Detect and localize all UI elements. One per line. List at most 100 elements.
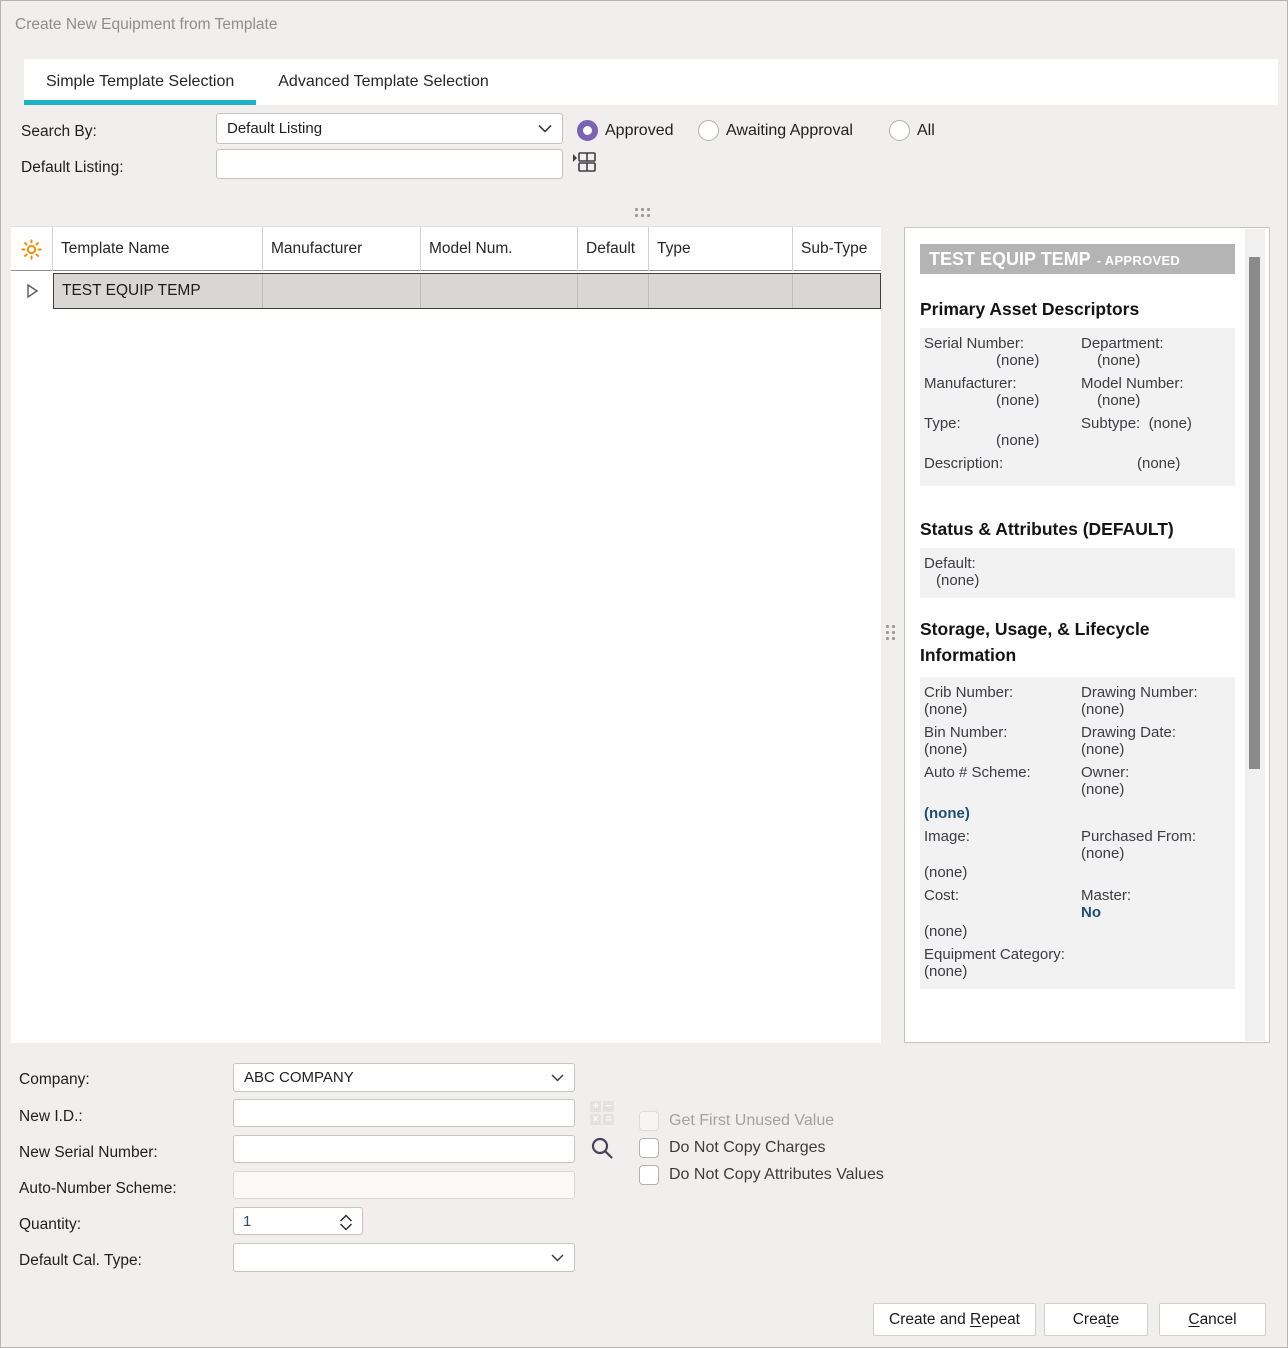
tab-strip: Simple Template Selection Advanced Templ… bbox=[24, 59, 1278, 105]
section-heading: Storage, Usage, & Lifecycle Information bbox=[920, 616, 1210, 669]
table-row[interactable]: TEST EQUIP TEMP bbox=[11, 273, 881, 309]
chevron-down-icon bbox=[538, 124, 552, 133]
field-master: Master: No bbox=[1081, 887, 1231, 940]
radio-approved[interactable] bbox=[577, 120, 598, 141]
auto-number-scheme-label: Auto-Number Scheme: bbox=[19, 1180, 177, 1198]
details-scrollbar-track[interactable] bbox=[1245, 229, 1265, 1041]
field-image: Image: (none) bbox=[924, 828, 1079, 881]
cell-manufacturer bbox=[263, 274, 421, 308]
tab-simple-template-selection[interactable]: Simple Template Selection bbox=[24, 59, 256, 105]
auto-number-generate-icon[interactable]: +−×= bbox=[590, 1101, 614, 1125]
tab-label: Advanced Template Selection bbox=[278, 73, 489, 91]
spinner-icon[interactable] bbox=[337, 1213, 355, 1232]
checkbox-get-first-unused-value[interactable] bbox=[639, 1111, 659, 1131]
listing-picker-icon[interactable] bbox=[572, 149, 598, 177]
column-header-sub-type[interactable]: Sub-Type bbox=[793, 227, 881, 271]
checkbox-get-first-unused-value-label: Get First Unused Value bbox=[669, 1112, 834, 1130]
cell-default bbox=[578, 274, 649, 308]
radio-approved-label: Approved bbox=[605, 122, 674, 140]
field-owner: Owner: (none) bbox=[1081, 764, 1231, 822]
company-value: ABC COMPANY bbox=[244, 1069, 551, 1086]
cell-type bbox=[649, 274, 793, 308]
radio-awaiting-approval[interactable] bbox=[698, 120, 719, 141]
field-cost: Cost: (none) bbox=[924, 887, 1079, 940]
row-selected-band: TEST EQUIP TEMP bbox=[53, 273, 881, 309]
field-drawing-date: Drawing Date: (none) bbox=[1081, 724, 1231, 758]
column-header-manufacturer[interactable]: Manufacturer bbox=[263, 227, 421, 271]
radio-all[interactable] bbox=[889, 120, 910, 141]
new-id-field bbox=[233, 1099, 575, 1127]
row-expand-button[interactable] bbox=[11, 273, 53, 309]
expand-triangle-icon bbox=[25, 283, 39, 299]
search-by-dropdown[interactable]: Default Listing bbox=[216, 113, 563, 144]
new-id-input[interactable] bbox=[234, 1100, 574, 1126]
cell-model-num bbox=[421, 274, 578, 308]
details-header: TEST EQUIP TEMP - APPROVED bbox=[920, 244, 1235, 274]
auto-number-scheme-input[interactable] bbox=[234, 1172, 574, 1198]
checkbox-do-not-copy-attributes-values-label: Do Not Copy Attributes Values bbox=[669, 1166, 884, 1184]
section-status-attributes: Status & Attributes (DEFAULT) Default: (… bbox=[920, 516, 1235, 598]
default-listing-field bbox=[216, 149, 563, 179]
new-serial-number-label: New Serial Number: bbox=[19, 1144, 158, 1162]
sun-icon bbox=[21, 239, 42, 260]
quantity-stepper bbox=[233, 1207, 363, 1235]
field-type: Type: (none) bbox=[924, 415, 1079, 449]
field-crib-number: Crib Number: (none) bbox=[924, 684, 1079, 718]
cancel-button[interactable]: Cancel bbox=[1159, 1303, 1266, 1336]
column-header-default[interactable]: Default bbox=[578, 227, 649, 271]
field-equipment-category: Equipment Category: (none) bbox=[924, 946, 1079, 980]
default-cal-type-dropdown[interactable] bbox=[233, 1243, 575, 1272]
company-dropdown[interactable]: ABC COMPANY bbox=[233, 1063, 575, 1092]
quantity-label: Quantity: bbox=[19, 1216, 81, 1234]
section-storage-usage-lifecycle: Storage, Usage, & Lifecycle Information … bbox=[920, 616, 1235, 989]
create-and-repeat-button[interactable]: Create and Repeat bbox=[873, 1303, 1036, 1336]
radio-awaiting-approval-label: Awaiting Approval bbox=[726, 122, 853, 140]
tab-label: Simple Template Selection bbox=[46, 73, 234, 91]
vertical-splitter-grip[interactable] bbox=[886, 625, 895, 640]
checkbox-do-not-copy-attributes-values[interactable] bbox=[639, 1165, 659, 1185]
field-subtype: Subtype: (none) bbox=[1081, 415, 1231, 449]
field-drawing-number: Drawing Number: (none) bbox=[1081, 684, 1231, 718]
new-id-label: New I.D.: bbox=[19, 1108, 83, 1126]
details-scrollbar-thumb[interactable] bbox=[1249, 257, 1260, 769]
cell-template-name: TEST EQUIP TEMP bbox=[54, 274, 263, 308]
create-button[interactable]: Create bbox=[1044, 1303, 1148, 1336]
template-details-panel: TEST EQUIP TEMP - APPROVED Primary Asset… bbox=[904, 227, 1270, 1043]
search-by-label: Search By: bbox=[21, 123, 97, 141]
template-grid: Template Name Manufacturer Model Num. De… bbox=[11, 226, 881, 1043]
chevron-down-icon bbox=[551, 1254, 564, 1262]
section-primary-asset-descriptors: Primary Asset Descriptors Serial Number:… bbox=[920, 296, 1235, 486]
field-description: Description: (none) bbox=[924, 455, 1231, 477]
section-heading: Primary Asset Descriptors bbox=[920, 296, 1235, 322]
column-header-type[interactable]: Type bbox=[649, 227, 793, 271]
cell-sub-type bbox=[793, 274, 881, 308]
new-serial-number-input[interactable] bbox=[234, 1136, 574, 1162]
column-header-model-num[interactable]: Model Num. bbox=[421, 227, 578, 271]
field-auto-number-scheme: Auto # Scheme: (none) bbox=[924, 764, 1079, 822]
field-serial-number: Serial Number: (none) bbox=[924, 335, 1079, 369]
column-header-template-name[interactable]: Template Name bbox=[53, 227, 263, 271]
quantity-input[interactable] bbox=[234, 1208, 329, 1234]
checkbox-do-not-copy-charges[interactable] bbox=[639, 1138, 659, 1158]
grid-header-options[interactable] bbox=[11, 227, 53, 271]
field-model-number: Model Number: (none) bbox=[1081, 375, 1231, 409]
chevron-down-icon bbox=[551, 1074, 564, 1082]
field-department: Department: (none) bbox=[1081, 335, 1231, 369]
auto-number-scheme-field bbox=[233, 1171, 575, 1199]
field-purchased-from: Purchased From: (none) bbox=[1081, 828, 1231, 881]
section-heading: Status & Attributes (DEFAULT) bbox=[920, 516, 1235, 542]
search-by-value: Default Listing bbox=[227, 120, 538, 137]
horizontal-splitter-grip[interactable] bbox=[635, 208, 650, 217]
field-manufacturer: Manufacturer: (none) bbox=[924, 375, 1079, 409]
details-status-badge: - APPROVED bbox=[1097, 253, 1180, 268]
search-icon[interactable] bbox=[589, 1135, 615, 1161]
tab-advanced-template-selection[interactable]: Advanced Template Selection bbox=[256, 59, 511, 105]
field-default: Default: (none) bbox=[924, 555, 1231, 589]
default-listing-input[interactable] bbox=[217, 150, 562, 178]
dialog-title: Create New Equipment from Template bbox=[15, 16, 277, 34]
field-bin-number: Bin Number: (none) bbox=[924, 724, 1079, 758]
default-listing-label: Default Listing: bbox=[21, 159, 124, 177]
grid-header: Template Name Manufacturer Model Num. De… bbox=[11, 227, 881, 271]
create-equipment-dialog: Create New Equipment from Template Simpl… bbox=[0, 0, 1288, 1348]
default-cal-type-label: Default Cal. Type: bbox=[19, 1252, 142, 1270]
